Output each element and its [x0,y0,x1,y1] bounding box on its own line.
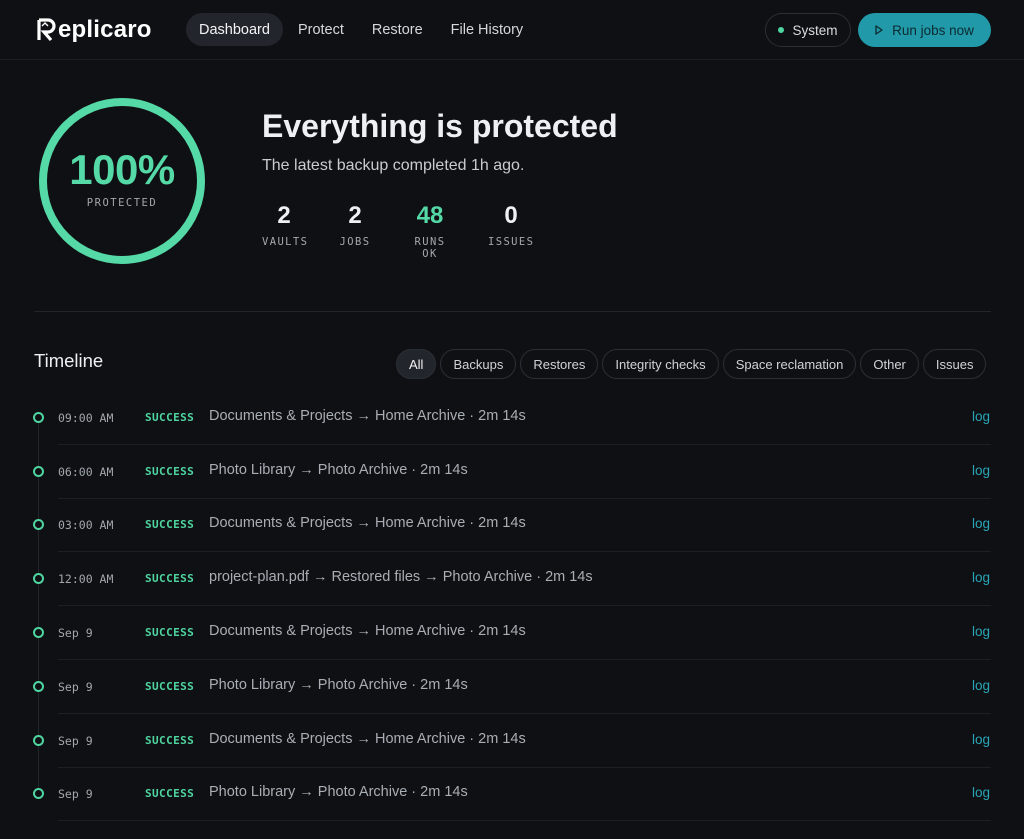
timeline-entry: Sep 9 SUCCESS Documents & Projects → Hom… [0,728,1024,782]
entry-status: SUCCESS [145,787,195,800]
system-status-button[interactable]: System [765,13,851,47]
entry-description: Documents & Projects → Home Archive · 2m… [209,408,526,424]
play-icon [875,25,883,35]
nav-item-dashboard[interactable]: Dashboard [186,13,283,46]
entry-separator [58,444,991,445]
run-jobs-label: Run jobs now [892,22,974,38]
nav-item-protect[interactable]: Protect [285,13,357,46]
timeline-dot-icon [33,412,44,423]
app-name: eplicaro [58,16,152,43]
entry-description: Photo Library → Photo Archive · 2m 14s [209,784,468,800]
timeline-entry: Sep 9 SUCCESS Photo Library → Photo Arch… [0,781,1024,835]
entry-separator [58,767,991,768]
stat-label: VAULTS [262,236,309,248]
entry-separator [58,605,991,606]
stat-value: 2 [277,202,291,229]
stat-label: RUNS OK [414,236,446,260]
main-nav: Dashboard Protect Restore File History [186,13,536,46]
timeline-dot-icon [33,573,44,584]
stat-label: JOBS [339,236,371,248]
entry-time: 09:00 AM [58,411,114,425]
timeline-entry: 06:00 AM SUCCESS Photo Library → Photo A… [0,459,1024,513]
stat-label: ISSUES [488,236,535,248]
timeline-dot-icon [33,788,44,799]
entry-status: SUCCESS [145,518,195,531]
entry-status: SUCCESS [145,680,195,693]
filter-backups[interactable]: Backups [440,349,517,379]
run-jobs-button[interactable]: Run jobs now [858,13,991,47]
entry-log-link[interactable]: log [972,678,990,693]
entry-status: SUCCESS [145,411,195,424]
filter-restores[interactable]: Restores [520,349,599,379]
entry-status: SUCCESS [145,572,195,585]
entry-log-link[interactable]: log [972,409,990,424]
entry-log-link[interactable]: log [972,624,990,639]
app-header: eplicaro Dashboard Protect Restore File … [0,0,1024,60]
stat-jobs: 2 JOBS [339,202,371,248]
status-dot-icon [778,27,785,33]
timeline-title: Timeline [34,350,104,371]
entry-log-link[interactable]: log [972,732,990,747]
entry-status: SUCCESS [145,626,195,639]
entry-log-link[interactable]: log [972,516,990,531]
status-title: Everything is protected [262,108,618,144]
timeline-dot-icon [33,519,44,530]
filter-all[interactable]: All [396,349,437,379]
entry-description: Documents & Projects → Home Archive · 2m… [209,515,526,531]
entry-status: SUCCESS [145,465,195,478]
entry-description: project-plan.pdf → Restored files → Phot… [209,569,593,585]
replicaro-logo-icon [37,18,56,42]
entry-time: 06:00 AM [58,465,114,479]
entry-description: Photo Library → Photo Archive · 2m 14s [209,462,468,478]
filter-other[interactable]: Other [860,349,919,379]
entry-status: SUCCESS [145,734,195,747]
timeline-entry: 12:00 AM SUCCESS project-plan.pdf → Rest… [0,566,1024,620]
entry-description: Documents & Projects → Home Archive · 2m… [209,731,526,747]
entry-description: Photo Library → Photo Archive · 2m 14s [209,677,468,693]
stat-runs-ok: 48 RUNS OK [403,202,457,260]
stat-value: 0 [504,202,518,229]
entry-log-link[interactable]: log [972,785,990,800]
entry-time: Sep 9 [58,787,93,801]
stat-value: 48 [416,202,444,229]
entry-time: 12:00 AM [58,572,114,586]
stat-issues: 0 ISSUES [488,202,534,248]
protection-label: PROTECTED [86,197,158,209]
system-label: System [792,22,838,38]
filter-integrity-checks[interactable]: Integrity checks [602,349,719,379]
app-logo[interactable]: eplicaro [37,15,152,45]
section-divider [34,311,991,312]
entry-separator [58,820,991,821]
entry-separator [58,659,991,660]
entry-log-link[interactable]: log [972,463,990,478]
entry-separator [58,498,991,499]
filter-space-reclamation[interactable]: Space reclamation [722,349,857,379]
timeline-entry: 09:00 AM SUCCESS Documents & Projects → … [0,405,1024,459]
protection-percent: 100% [69,146,175,193]
timeline-entry: Sep 9 SUCCESS Photo Library → Photo Arch… [0,674,1024,728]
entry-time: Sep 9 [58,680,93,694]
entry-log-link[interactable]: log [972,570,990,585]
timeline-dot-icon [33,466,44,477]
timeline-dot-icon [33,627,44,638]
entry-time: 03:00 AM [58,518,114,532]
timeline-dot-icon [33,681,44,692]
timeline-dot-icon [33,735,44,746]
stat-value: 2 [348,202,362,229]
entry-separator [58,551,991,552]
entry-time: Sep 9 [58,626,93,640]
timeline-entry: 03:00 AM SUCCESS Documents & Projects → … [0,512,1024,566]
timeline-filters: All Backups Restores Integrity checks Sp… [396,349,987,379]
status-subtitle: The latest backup completed 1h ago. [262,157,525,174]
entry-time: Sep 9 [58,734,93,748]
timeline-entry: Sep 9 SUCCESS Documents & Projects → Hom… [0,620,1024,674]
entry-separator [58,713,991,714]
entry-description: Documents & Projects → Home Archive · 2m… [209,623,526,639]
filter-issues[interactable]: Issues [922,349,987,379]
nav-item-restore[interactable]: Restore [359,13,436,46]
stat-vaults: 2 VAULTS [262,202,309,248]
nav-item-file-history[interactable]: File History [438,13,537,46]
